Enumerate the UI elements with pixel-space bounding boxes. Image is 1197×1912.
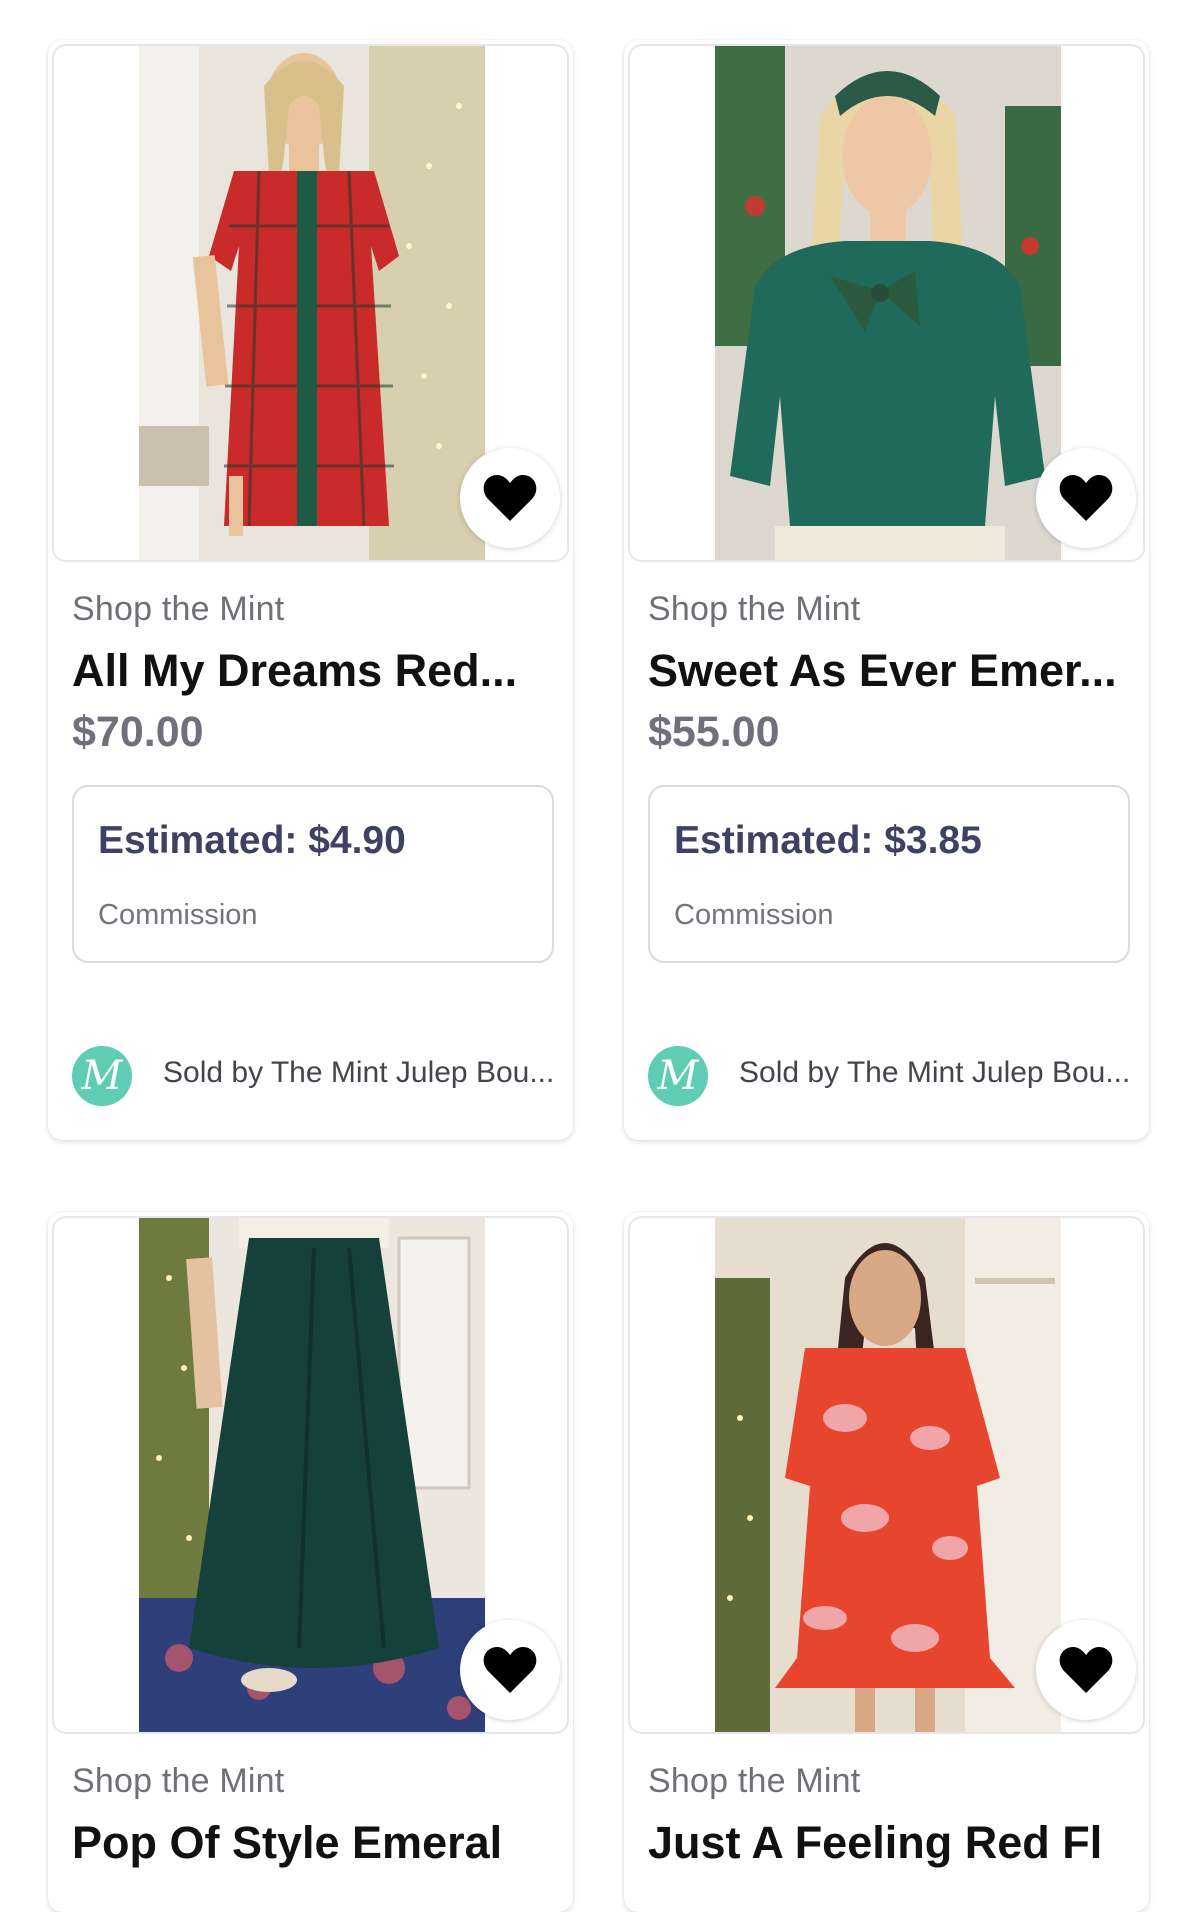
seller-avatar: M bbox=[648, 1046, 708, 1106]
seller-name[interactable]: Sold by The Mint Julep Bou... bbox=[739, 1056, 1139, 1090]
shop-name: Shop the Mint bbox=[648, 1762, 861, 1800]
product-image-frame[interactable] bbox=[52, 44, 569, 562]
product-image-frame[interactable] bbox=[52, 1216, 569, 1734]
product-photo bbox=[715, 1218, 1061, 1732]
estimated-commission: Estimated: $3.85 bbox=[674, 819, 982, 862]
heart-icon bbox=[1059, 475, 1113, 521]
heart-icon bbox=[1059, 1647, 1113, 1693]
product-image-frame[interactable] bbox=[628, 44, 1145, 562]
commission-label: Commission bbox=[98, 899, 258, 931]
favorite-button[interactable] bbox=[460, 448, 560, 548]
shop-name: Shop the Mint bbox=[648, 590, 861, 628]
favorite-button[interactable] bbox=[1036, 448, 1136, 548]
seller-name[interactable]: Sold by The Mint Julep Bou... bbox=[163, 1056, 563, 1090]
product-title[interactable]: Sweet As Ever Emer... bbox=[648, 645, 1118, 697]
product-photo bbox=[139, 46, 485, 560]
product-card[interactable]: Shop the Mint All My Dreams Red... $70.0… bbox=[48, 40, 573, 1140]
heart-icon bbox=[483, 1647, 537, 1693]
shop-name: Shop the Mint bbox=[72, 1762, 285, 1800]
product-card[interactable]: Shop the Mint Pop Of Style Emeral bbox=[48, 1212, 573, 1912]
seller-avatar: M bbox=[72, 1046, 132, 1106]
product-price: $55.00 bbox=[648, 708, 780, 756]
product-photo bbox=[139, 1218, 485, 1732]
estimated-commission: Estimated: $4.90 bbox=[98, 819, 406, 862]
commission-label: Commission bbox=[674, 899, 834, 931]
heart-icon bbox=[483, 475, 537, 521]
favorite-button[interactable] bbox=[1036, 1620, 1136, 1720]
product-title[interactable]: Just A Feeling Red Fl bbox=[648, 1817, 1118, 1869]
commission-box: Estimated: $4.90 Commission bbox=[72, 785, 554, 963]
commission-box: Estimated: $3.85 Commission bbox=[648, 785, 1130, 963]
product-card[interactable]: Shop the Mint Just A Feeling Red Fl bbox=[624, 1212, 1149, 1912]
favorite-button[interactable] bbox=[460, 1620, 560, 1720]
product-title[interactable]: All My Dreams Red... bbox=[72, 645, 542, 697]
product-photo bbox=[715, 46, 1061, 560]
shop-name: Shop the Mint bbox=[72, 590, 285, 628]
product-image-frame[interactable] bbox=[628, 1216, 1145, 1734]
product-card[interactable]: Shop the Mint Sweet As Ever Emer... $55.… bbox=[624, 40, 1149, 1140]
product-price: $70.00 bbox=[72, 708, 204, 756]
product-title[interactable]: Pop Of Style Emeral bbox=[72, 1817, 542, 1869]
